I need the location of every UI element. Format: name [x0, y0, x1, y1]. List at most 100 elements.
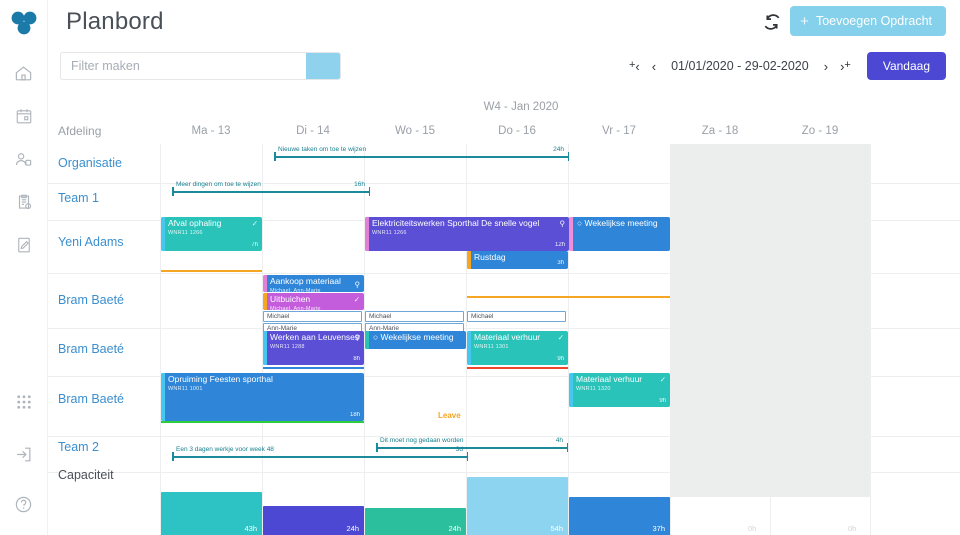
logout-icon[interactable] [11, 441, 37, 467]
row-label-bram-baete-2[interactable]: Bram Baeté [58, 342, 124, 356]
task-card[interactable]: ○ Wekelijkse meeting [365, 331, 466, 349]
person-chip[interactable]: Michael [365, 311, 464, 322]
accent-line [161, 270, 262, 272]
lock-icon: ⚲ [559, 219, 566, 228]
task-title: Opruiming Feesten sporthal [168, 375, 273, 384]
check-icon: ✓ [557, 333, 564, 342]
add-assignment-label: Toevoegen Opdracht [815, 14, 932, 28]
accent-line [263, 367, 364, 369]
task-card[interactable]: Materiaal verhuur WNR11 1320 ✓ 9h [569, 373, 670, 407]
task-hours: 7h [251, 242, 258, 249]
task-hours: 18h [349, 412, 360, 419]
search-input[interactable] [61, 53, 306, 79]
milestone-bar[interactable]: Nieuwe taken om toe te wijzen 24h [274, 146, 569, 161]
milestone-hours: 4h [555, 437, 563, 444]
milestone-label: Een 3 dagen werkje voor week 48 [176, 446, 274, 453]
task-title: Werken aan Leuvensestraat [270, 333, 360, 342]
planning-grid: Afdeling Ma - 13 Di - 14 Wo - 15 Do - 16… [48, 118, 960, 535]
row-label-capaciteit: Capaciteit [58, 468, 114, 482]
milestone-bar[interactable]: Meer dingen om toe te wijzen 16h [172, 181, 370, 196]
date-range-label: 01/01/2020 - 29-02-2020 [671, 59, 809, 73]
user-card-icon[interactable] [11, 146, 37, 172]
date-navigation: + ‹ ‹ 01/01/2020 - 29-02-2020 › › + Vandaa… [623, 52, 946, 80]
row-label-yeni-adams[interactable]: Yeni Adams [58, 235, 124, 249]
filter-field[interactable] [60, 52, 341, 80]
planboard-app: Planbord + Toevoegen Opdracht +‹ ‹ 01/01… [0, 0, 960, 535]
task-title: Aankoop materiaal [270, 277, 341, 286]
task-subtitle: WNR11 1320 [576, 385, 611, 392]
jump-back-button[interactable]: + ‹ [623, 59, 646, 73]
row-label-team-1[interactable]: Team 1 [58, 191, 99, 205]
jump-forward-plus: + [844, 58, 851, 71]
week-label: W4 - Jan 2020 [483, 101, 559, 113]
calendar-icon[interactable] [11, 103, 37, 129]
help-circle-icon[interactable] [11, 491, 37, 517]
task-card[interactable]: Aankoop materiaal Michael, Ann-Marie ⚲ [263, 275, 364, 292]
task-hours: 9h [557, 356, 564, 363]
jump-forward-button[interactable]: › + [834, 58, 857, 73]
row-label-team-2[interactable]: Team 2 [58, 440, 99, 454]
column-header-label: Afdeling [58, 124, 102, 138]
leave-label: Leave [438, 411, 461, 420]
capacity-bar[interactable]: 37h [569, 497, 670, 535]
task-hours: 12h [554, 242, 565, 249]
check-icon: ✓ [251, 219, 258, 228]
prev-button[interactable]: ‹ [646, 60, 662, 73]
capacity-bar[interactable]: 43h [161, 492, 262, 535]
task-card[interactable]: Rustdag 3h [467, 251, 568, 269]
task-card[interactable]: ○ Wekelijkse meeting [569, 217, 670, 251]
task-subtitle: WNR11 1266 [372, 229, 407, 236]
task-hours: 8h [353, 356, 360, 363]
capacity-bar[interactable]: 24h [263, 506, 364, 535]
today-button[interactable]: Vandaag [866, 52, 946, 80]
column-header-2: Wo - 15 [394, 125, 436, 137]
person-chip[interactable]: Michael [263, 311, 362, 322]
capacity-value: 43h [244, 524, 257, 533]
person-chip[interactable]: Michael [467, 311, 566, 322]
accent-line [467, 367, 568, 369]
milestone-label: Dit moet nog gedaan worden [380, 437, 464, 444]
task-card[interactable]: Afval ophaling WNR11 1266 ✓ 7h [161, 217, 262, 251]
row-label-bram-baete-3[interactable]: Bram Baeté [58, 392, 124, 406]
column-header-0: Ma - 13 [191, 125, 231, 137]
row-label-organisatie[interactable]: Organisatie [58, 156, 122, 170]
plus-icon: + [800, 12, 809, 30]
task-title: ○ Wekelijkse meeting [576, 219, 666, 229]
refresh-icon[interactable] [762, 12, 782, 32]
task-hours: 3h [557, 260, 564, 267]
task-card[interactable]: Werken aan Leuvensestraat WNR11 1288 ⚲ 8… [263, 331, 364, 365]
capacity-bar[interactable]: 54h [467, 477, 568, 535]
grid-apps-icon[interactable] [11, 389, 37, 415]
task-title: Materiaal verhuur [576, 375, 643, 384]
row-label-bram-baete-1[interactable]: Bram Baeté [58, 293, 124, 307]
lock-icon: ⚲ [354, 333, 361, 342]
task-subtitle: WNR11 1288 [270, 343, 305, 350]
lock-icon: ⚲ [354, 280, 361, 289]
column-header-5: Za - 18 [701, 125, 739, 137]
milestone-hours: 3d [455, 446, 463, 453]
next-button[interactable]: › [818, 60, 834, 73]
home-icon[interactable] [11, 60, 37, 86]
clipboard-check-icon[interactable] [11, 189, 37, 215]
filter-apply-icon[interactable] [306, 53, 340, 79]
capacity-value: 0h [848, 524, 857, 533]
task-subtitle: Michael, Ann-Marie [270, 305, 321, 310]
task-card[interactable]: Opruiming Feesten sporthal WNR11 1001 18… [161, 373, 364, 421]
task-card[interactable]: Uitbuichen Michael, Ann-Marie ✓ [263, 293, 364, 310]
task-title: Materiaal verhuur [474, 333, 541, 342]
check-icon: ✓ [353, 295, 360, 304]
task-title: Afval ophaling [168, 219, 222, 228]
milestone-hours: 16h [354, 181, 365, 188]
column-header-4: Vr - 17 [601, 125, 637, 137]
clipboard-edit-icon[interactable] [11, 232, 37, 258]
capacity-bar[interactable]: 24h [365, 508, 466, 535]
clover-logo-icon[interactable] [7, 8, 41, 42]
task-card[interactable]: Materiaal verhuur WNR11 1301 ✓ 9h [467, 331, 568, 365]
capacity-value: 24h [448, 524, 461, 533]
check-icon: ✓ [659, 375, 666, 384]
task-subtitle: WNR11 1266 [168, 229, 203, 236]
milestone-bar[interactable]: Een 3 dagen werkje voor week 48 3d [172, 446, 468, 461]
column-header-6: Zo - 19 [801, 125, 839, 137]
add-assignment-button[interactable]: + Toevoegen Opdracht [790, 6, 946, 36]
task-card[interactable]: Elektriciteitswerken Sporthal De snelle … [365, 217, 569, 251]
